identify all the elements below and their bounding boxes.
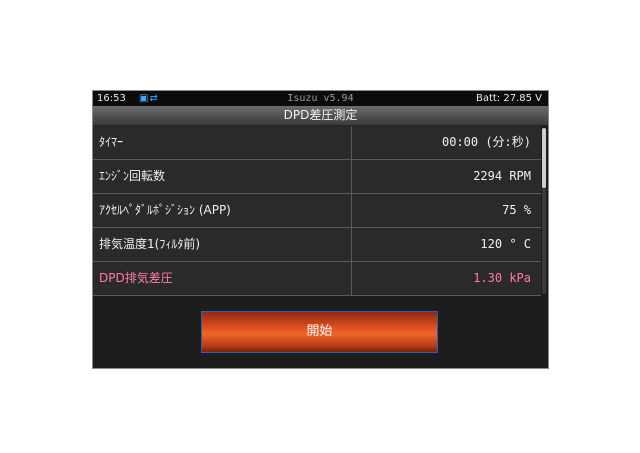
scrollbar[interactable]: [542, 128, 546, 294]
row-label-engine-speed: ｴﾝｼﾞﾝ回転数: [99, 169, 166, 183]
data-table: ﾀｲﾏｰ 00:00 (分:秒) ｴﾝｼﾞﾝ回転数 2294 RPM ｱｸｾﾙﾍ…: [93, 126, 541, 296]
scan-tool-screen: 16:53 ▣⇄ Isuzu v5.94 Batt: 27.85 V DPD差圧…: [93, 91, 548, 368]
row-value-engine-speed: 2294 RPM: [473, 169, 531, 183]
status-bar: 16:53 ▣⇄ Isuzu v5.94 Batt: 27.85 V: [93, 91, 548, 106]
table-row-highlighted[interactable]: DPD排気差圧 1.30 kPa: [93, 262, 541, 296]
screen-title: DPD差圧測定: [93, 106, 548, 126]
row-label-dpd-pressure: DPD排気差圧: [99, 271, 173, 285]
row-value-timer: 00:00 (分:秒): [441, 135, 531, 149]
row-label-app: ｱｸｾﾙﾍﾟﾀﾞﾙﾎﾟｼﾞｼｮﾝ (APP): [99, 203, 231, 217]
table-row[interactable]: ﾀｲﾏｰ 00:00 (分:秒): [93, 126, 541, 160]
table-row[interactable]: ｱｸｾﾙﾍﾟﾀﾞﾙﾎﾟｼﾞｼｮﾝ (APP) 75 %: [93, 194, 541, 228]
row-value-app: 75 %: [502, 203, 531, 217]
start-button[interactable]: 開始: [201, 311, 438, 353]
row-label-exhaust-temp: 排気温度1(ﾌｨﾙﾀ前): [99, 237, 200, 251]
row-value-exhaust-temp: 120 ° C: [480, 237, 531, 251]
table-row[interactable]: ｴﾝｼﾞﾝ回転数 2294 RPM: [93, 160, 541, 194]
scrollbar-thumb[interactable]: [542, 128, 546, 188]
row-label-timer: ﾀｲﾏｰ: [99, 135, 124, 149]
row-value-dpd-pressure: 1.30 kPa: [473, 271, 531, 285]
battery-voltage: Batt: 27.85 V: [475, 93, 542, 104]
table-row[interactable]: 排気温度1(ﾌｨﾙﾀ前) 120 ° C: [93, 228, 541, 262]
